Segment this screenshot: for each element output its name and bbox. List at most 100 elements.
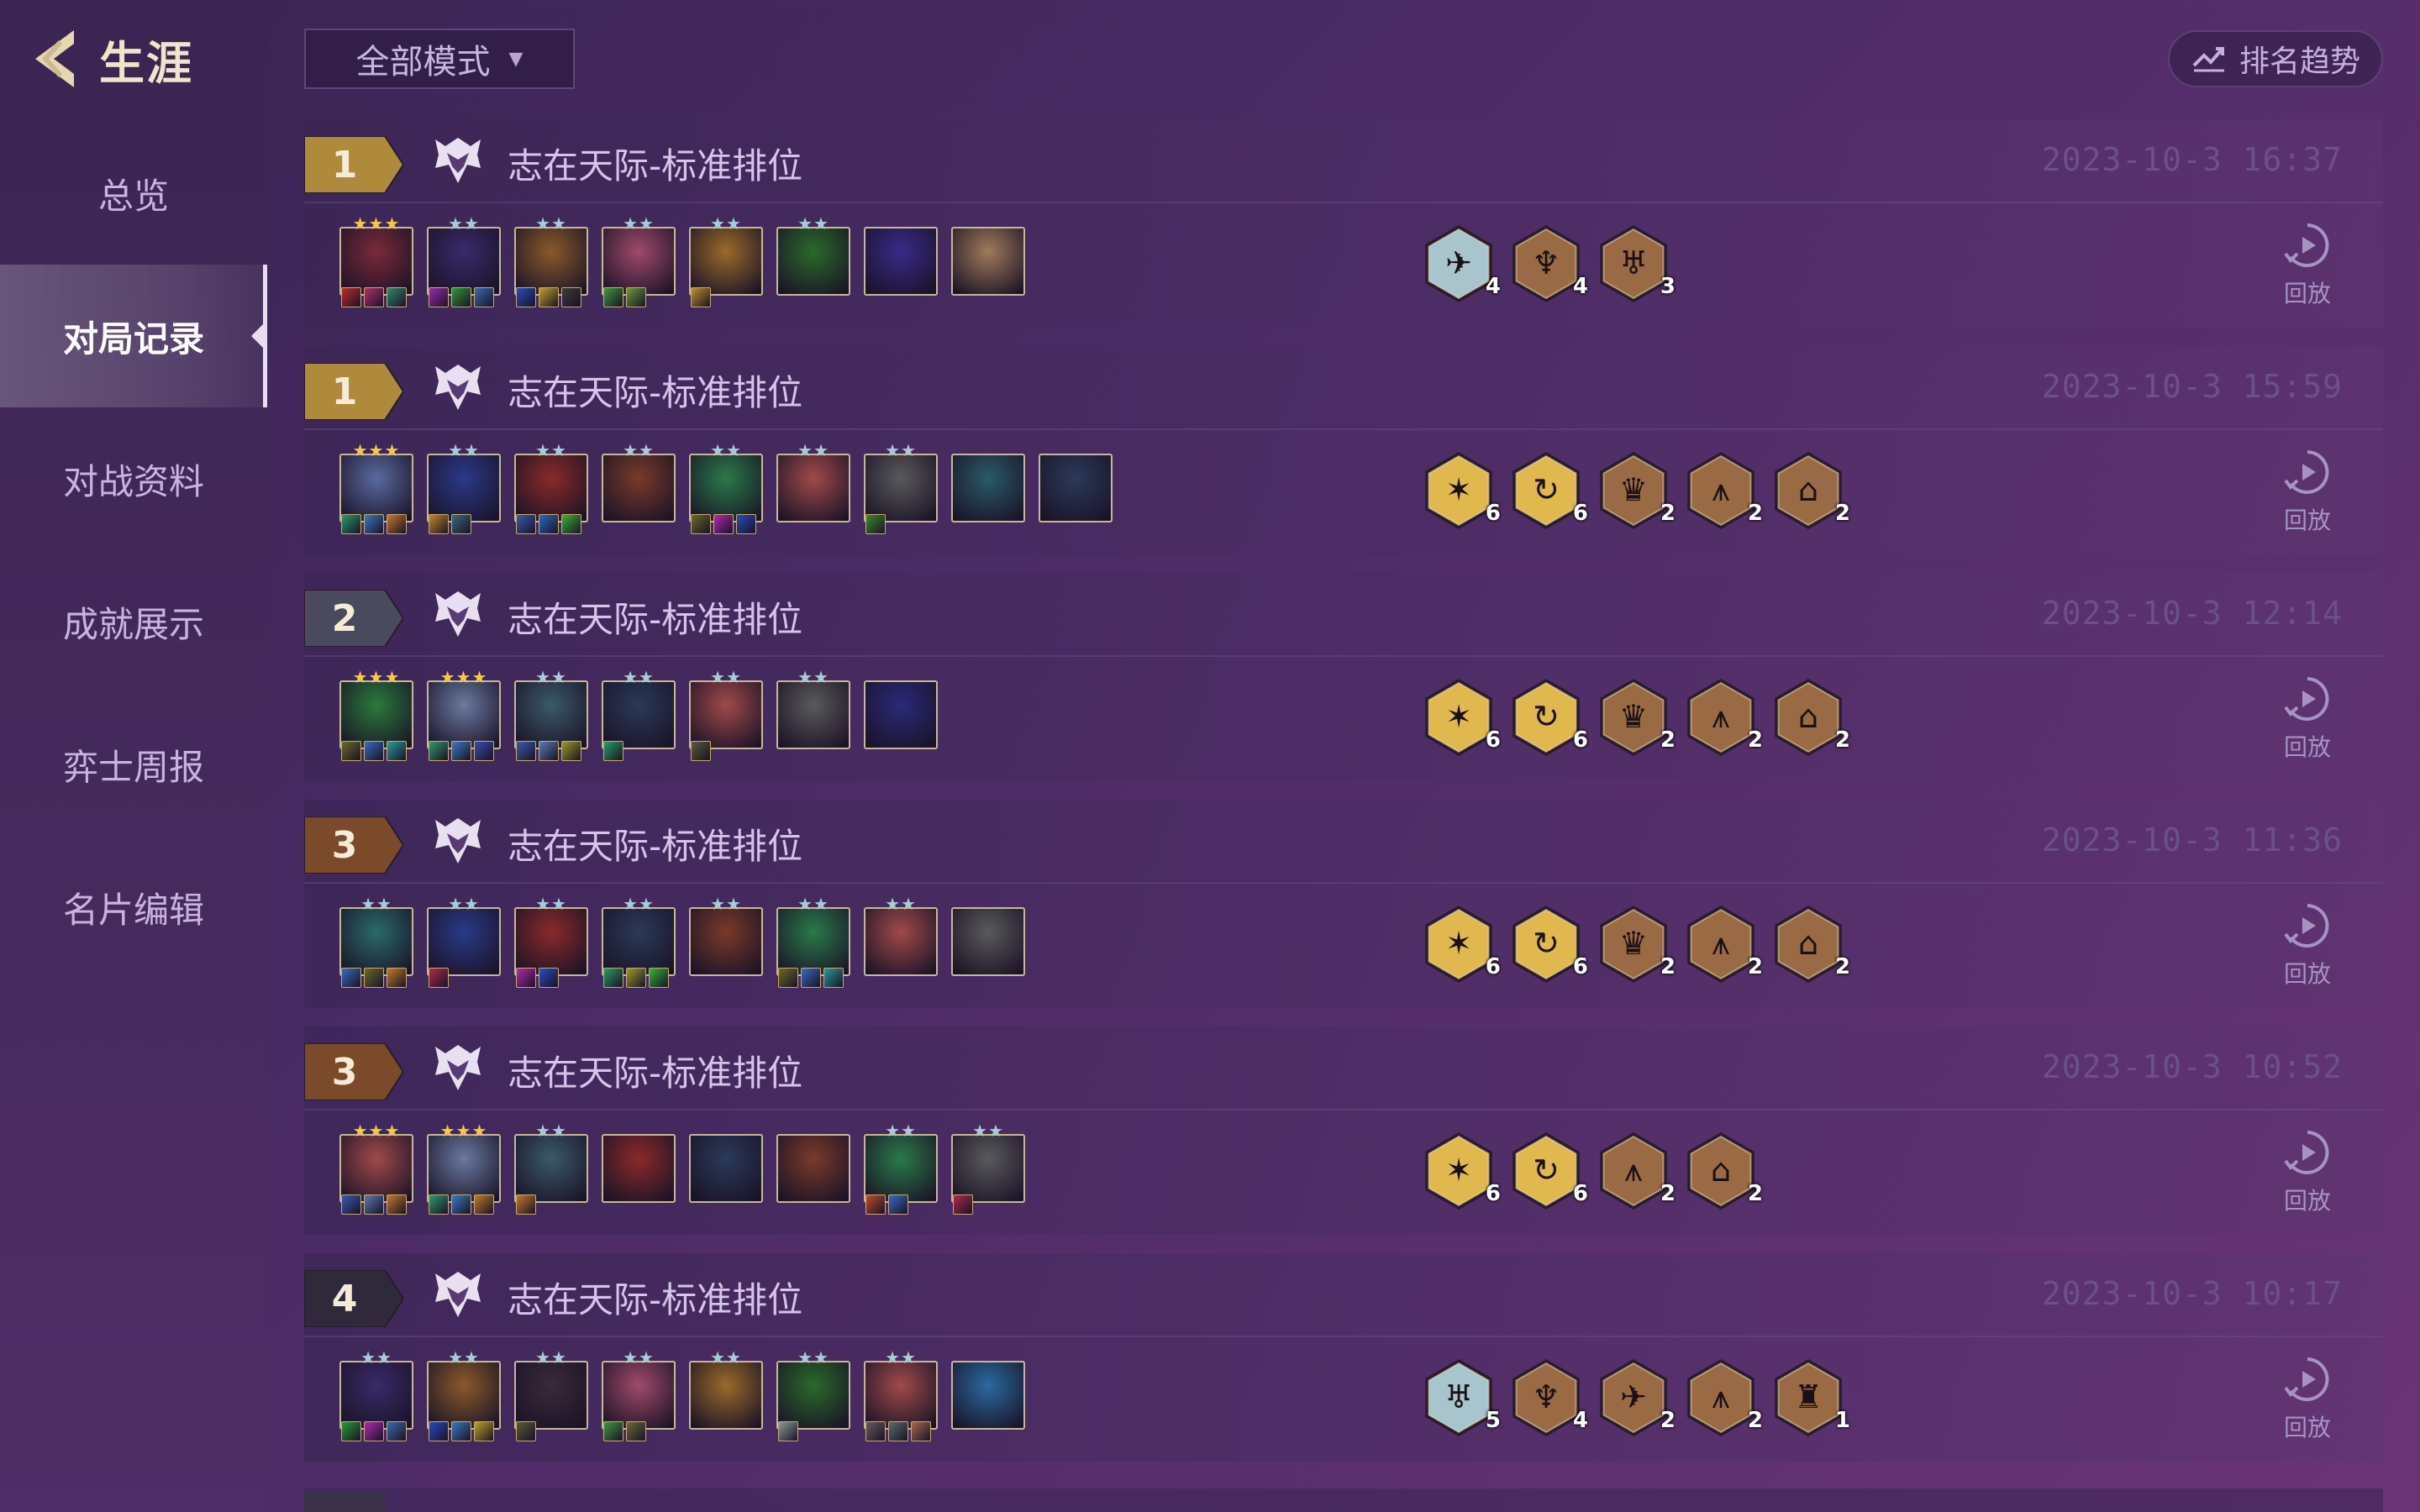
champion-unit[interactable]: ★★ — [339, 894, 413, 993]
sidebar-item-achievements[interactable]: 成就展示 — [0, 550, 267, 693]
sidebar-item-match-history[interactable]: 对局记录 — [0, 265, 267, 407]
champion-unit[interactable] — [951, 902, 1025, 993]
trait-badge[interactable]: ✶ 6 — [1422, 1129, 1501, 1213]
champion-unit[interactable]: ★★ — [689, 1347, 763, 1446]
trait-badge[interactable]: ♛ 2 — [1597, 675, 1676, 759]
champion-unit[interactable]: ★★★ — [427, 667, 501, 766]
mode-filter-dropdown[interactable]: 全部模式 ▼ — [304, 29, 575, 89]
champion-unit[interactable]: ★★ — [514, 1347, 588, 1446]
champion-unit[interactable]: ★★ — [602, 213, 676, 312]
champion-unit[interactable]: ★★ — [514, 894, 588, 993]
champion-unit[interactable]: ★★ — [514, 1121, 588, 1220]
champion-unit[interactable]: ★★ — [514, 440, 588, 539]
champion-unit[interactable]: ★★★ — [339, 1121, 413, 1220]
trait-badge[interactable]: ⩚ 2 — [1684, 1356, 1763, 1440]
champion-unit[interactable]: ★★ — [776, 894, 850, 993]
champion-unit[interactable]: ★★ — [689, 213, 763, 312]
champion-unit[interactable] — [1039, 449, 1113, 539]
sidebar-item-weekly-report[interactable]: 弈士周报 — [0, 693, 267, 836]
champion-unit[interactable]: ★★ — [602, 894, 676, 993]
champion-unit[interactable] — [951, 222, 1025, 312]
match-row[interactable]: 2 志在天际-标准排位 2023-10-3 12:14 ★★★ ★★★ ★★ ★★ ★★ ★★ ✶… — [304, 573, 2383, 781]
champion-unit[interactable]: ★★ — [776, 213, 850, 312]
champion-unit[interactable]: ★★ — [689, 667, 763, 766]
champion-unit[interactable] — [864, 675, 938, 766]
replay-button[interactable]: 回放 — [2274, 674, 2341, 763]
trait-badge[interactable]: ↻ 6 — [1509, 675, 1588, 759]
match-row-partial[interactable] — [304, 1488, 2383, 1512]
champion-unit[interactable]: ★★ — [689, 440, 763, 539]
trait-badge[interactable]: ♅ 3 — [1597, 222, 1676, 306]
trait-badge[interactable]: ⌂ 2 — [1771, 449, 1850, 533]
champion-unit[interactable]: ★★★ — [339, 667, 413, 766]
replay-button[interactable]: 回放 — [2274, 1127, 2341, 1216]
champion-unit[interactable]: ★★ — [776, 440, 850, 539]
champion-unit[interactable]: ★★ — [602, 440, 676, 539]
champion-unit[interactable] — [951, 1356, 1025, 1446]
champion-unit[interactable]: ★★ — [864, 1121, 938, 1220]
trait-badge[interactable]: ♛ 2 — [1597, 449, 1676, 533]
champion-unit[interactable]: ★★ — [339, 1347, 413, 1446]
rank-trend-button[interactable]: 排名趋势 — [2168, 30, 2383, 87]
champion-unit[interactable]: ★★ — [602, 667, 676, 766]
champion-unit[interactable]: ★★ — [864, 440, 938, 539]
champion-unit[interactable]: ★★ — [776, 667, 850, 766]
trait-badge[interactable]: ↻ 6 — [1509, 1129, 1588, 1213]
champion-unit[interactable]: ★★ — [514, 667, 588, 766]
trait-badge[interactable]: ↻ 6 — [1509, 902, 1588, 986]
replay-button[interactable]: 回放 — [2274, 1354, 2341, 1443]
trait-badge[interactable]: ⩚ 2 — [1684, 675, 1763, 759]
trait-badge[interactable]: ✈ 4 — [1422, 222, 1501, 306]
replay-button[interactable]: 回放 — [2274, 220, 2341, 309]
back-row[interactable]: 生涯 — [24, 25, 193, 92]
trait-badge[interactable]: ♆ 4 — [1509, 1356, 1588, 1440]
sidebar-item-battle-stats[interactable]: 对战资料 — [0, 407, 267, 550]
trait-badge[interactable]: ⩚ 2 — [1597, 1129, 1676, 1213]
champion-unit[interactable]: ★★ — [602, 1347, 676, 1446]
trait-badge[interactable]: ↻ 6 — [1509, 449, 1588, 533]
trait-badge[interactable]: ✶ 6 — [1422, 902, 1501, 986]
champion-unit[interactable]: ★★ — [427, 213, 501, 312]
trait-badge[interactable]: ✶ 6 — [1422, 449, 1501, 533]
match-row[interactable]: 4 志在天际-标准排位 2023-10-3 10:17 ★★ ★★ ★★ ★★ ★★ ★★ ★★ ♅… — [304, 1253, 2383, 1462]
champion-unit[interactable] — [602, 1129, 676, 1220]
trait-badge[interactable]: ♅ 5 — [1422, 1356, 1501, 1440]
match-row[interactable]: 1 志在天际-标准排位 2023-10-3 16:37 ★★★ ★★ ★★ ★★ ★★ ★★ ✈ 4… — [304, 119, 2383, 328]
trait-badge[interactable]: ♆ 4 — [1509, 222, 1588, 306]
back-arrow-icon[interactable] — [24, 25, 84, 92]
trait-badge[interactable]: ♜ 1 — [1771, 1356, 1850, 1440]
replay-button[interactable]: 回放 — [2274, 900, 2341, 990]
champion-unit[interactable]: ★★ — [951, 1121, 1025, 1220]
match-row[interactable]: 3 志在天际-标准排位 2023-10-3 11:36 ★★ ★★ ★★ ★★ ★★ ★★ ★★ ✶… — [304, 800, 2383, 1008]
trait-row: ✈ 4 ♆ 4 ♅ 3 — [1422, 222, 1676, 306]
champion-unit[interactable]: ★★ — [427, 1347, 501, 1446]
trait-badge[interactable]: ✈ 2 — [1597, 1356, 1676, 1440]
champion-unit[interactable]: ★★★ — [427, 1121, 501, 1220]
trait-badge[interactable]: ⌂ 2 — [1771, 675, 1850, 759]
trait-badge[interactable]: ✶ 6 — [1422, 675, 1501, 759]
champion-unit[interactable] — [776, 1129, 850, 1220]
champion-unit[interactable]: ★★ — [776, 1347, 850, 1446]
champion-unit[interactable]: ★★ — [427, 894, 501, 993]
trait-badge[interactable]: ⌂ 2 — [1684, 1129, 1763, 1213]
trait-badge[interactable]: ♛ 2 — [1597, 902, 1676, 986]
match-row[interactable]: 1 志在天际-标准排位 2023-10-3 15:59 ★★★ ★★ ★★ ★★ ★★ ★★ ★★… — [304, 346, 2383, 554]
trait-badge[interactable]: ⌂ 2 — [1771, 902, 1850, 986]
champion-unit[interactable]: ★★★ — [339, 213, 413, 312]
item-list — [429, 968, 449, 988]
champion-unit[interactable]: ★★ — [689, 894, 763, 993]
sidebar-item-card-edit[interactable]: 名片编辑 — [0, 836, 267, 979]
champion-unit[interactable]: ★★ — [864, 1347, 938, 1446]
champion-unit[interactable]: ★★ — [427, 440, 501, 539]
trait-badge[interactable]: ⩚ 2 — [1684, 449, 1763, 533]
champion-unit[interactable] — [864, 222, 938, 312]
champion-unit[interactable]: ★★★ — [339, 440, 413, 539]
trait-badge[interactable]: ⩚ 2 — [1684, 902, 1763, 986]
champion-unit[interactable] — [951, 449, 1025, 539]
sidebar-item-overview[interactable]: 总览 — [0, 122, 267, 265]
replay-button[interactable]: 回放 — [2274, 447, 2341, 536]
match-row[interactable]: 3 志在天际-标准排位 2023-10-3 10:52 ★★★ ★★★ ★★ ★★ ★★ ✶ 6 ↻… — [304, 1026, 2383, 1235]
champion-unit[interactable]: ★★ — [514, 213, 588, 312]
champion-unit[interactable] — [689, 1129, 763, 1220]
champion-unit[interactable]: ★★ — [864, 894, 938, 993]
